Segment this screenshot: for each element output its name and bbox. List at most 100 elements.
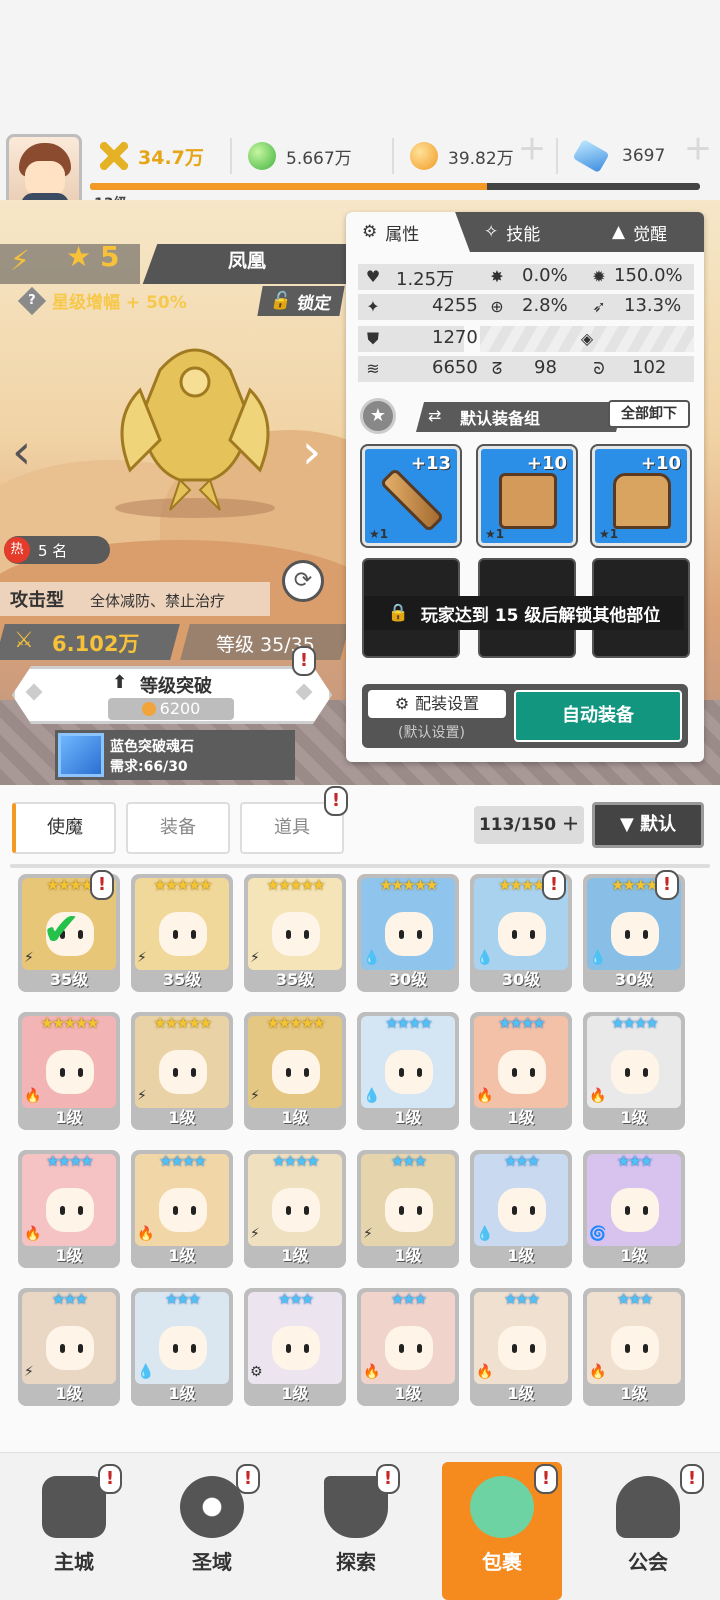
- hero-type: 攻击型: [10, 590, 64, 611]
- alert-icon: !: [292, 646, 316, 676]
- auto-equip-button[interactable]: 自动装备: [514, 690, 682, 742]
- alert-icon: !: [236, 1464, 260, 1494]
- next-hero-arrow[interactable]: ›: [302, 424, 321, 480]
- popularity-rank: 5 名: [38, 541, 68, 560]
- loadout-config-button[interactable]: ⚙ 配装设置: [368, 690, 506, 718]
- familiar-card[interactable]: ★★★★★ ⚡ 1级: [131, 1012, 233, 1130]
- rotate-view-icon[interactable]: ⟳: [282, 560, 324, 602]
- dodge-icon: ➶: [592, 297, 606, 316]
- gems-value: 5.667万: [286, 148, 352, 169]
- sword-icon: [379, 467, 445, 533]
- tab-awaken[interactable]: ▲ 觉醒: [612, 212, 667, 252]
- player-avatar[interactable]: [6, 134, 82, 210]
- familiar-card[interactable]: ★★★★ ⚡ 1级: [244, 1150, 346, 1268]
- familiar-card[interactable]: ★★★ 🌀 1级: [583, 1150, 685, 1268]
- alert-icon: !: [98, 1464, 122, 1494]
- star-rating: ★★★★: [159, 1152, 207, 1170]
- inventory-count[interactable]: 113/150 ＋: [474, 806, 584, 844]
- equip-slot-weapon[interactable]: +13 ★1: [362, 446, 460, 546]
- familiar-card[interactable]: ★★★ 🔥 1级: [357, 1288, 459, 1406]
- equip-slot-helmet[interactable]: +10 ★1: [478, 446, 576, 546]
- divider: [10, 864, 710, 868]
- alert-icon: !: [542, 870, 566, 900]
- stat-b-icon: ᘐ: [593, 359, 605, 378]
- familiar-level: 1级: [620, 1384, 648, 1403]
- popularity-badge: 热 5 名: [4, 536, 110, 564]
- familiar-card[interactable]: ★★★ ⚡ 1级: [357, 1150, 459, 1268]
- equip-slot-armor[interactable]: +10 ★1: [592, 446, 690, 546]
- skills-icon: ✧: [484, 222, 499, 242]
- help-icon[interactable]: ?: [17, 286, 47, 315]
- familiar-level: 1级: [168, 1108, 196, 1127]
- element-icon: 💧: [363, 1088, 381, 1104]
- familiar-level: 1级: [281, 1108, 309, 1127]
- star-bonus: ? 星级增幅 + 50%: [17, 286, 187, 315]
- stat-b: 102: [632, 357, 667, 378]
- star-rating: ★★★★: [385, 1014, 433, 1032]
- slime-bag-icon: [470, 1476, 534, 1538]
- hit-target-icon: ⊕: [490, 297, 504, 316]
- familiar-card[interactable]: ★★★★ 🔥 1级: [583, 1012, 685, 1130]
- familiar-card[interactable]: ★★★ 🔥 1级: [470, 1288, 572, 1406]
- element-icon: ⚡: [24, 1364, 34, 1380]
- tab-skills[interactable]: ✧ 技能: [484, 212, 540, 252]
- swords-icon: [100, 142, 128, 170]
- add-crystal-icon[interactable]: ＋: [684, 134, 716, 166]
- element-icon: ⚡: [250, 1226, 260, 1242]
- armor-icon: [613, 473, 671, 529]
- familiar-level: 1级: [168, 1246, 196, 1265]
- stat-speed: 6650: [432, 357, 478, 378]
- lock-button[interactable]: 🔓 锁定: [257, 286, 345, 316]
- star-rating: ★★★★★: [379, 876, 438, 894]
- familiar-card[interactable]: ★★★★★ 🔥 1级: [18, 1012, 120, 1130]
- familiar-card[interactable]: ★★★ ⚙ 1级: [244, 1288, 346, 1406]
- stat-crit: 0.0%: [522, 265, 568, 286]
- element-icon: 🔥: [589, 1364, 607, 1380]
- familiar-card[interactable]: ★★★★ 💧 1级: [357, 1012, 459, 1130]
- star-rating: ★★★★★: [266, 1014, 325, 1032]
- attributes-icon: ⚙: [362, 222, 378, 242]
- element-icon: 🔥: [476, 1364, 494, 1380]
- gear-icon: ⚙: [394, 694, 410, 713]
- star-rating: ★★★★: [46, 1152, 94, 1170]
- tab-equipment[interactable]: 装备: [126, 802, 230, 854]
- familiar-card[interactable]: ★★★★ 🔥 1级: [470, 1012, 572, 1130]
- familiar-card[interactable]: ★★★ 💧 1级: [131, 1288, 233, 1406]
- familiar-level: 1级: [507, 1108, 535, 1127]
- familiar-card[interactable]: ★★★★★ ⚡ 1级: [244, 1012, 346, 1130]
- stat-attack: 4255: [432, 295, 478, 316]
- element-icon: 🔥: [363, 1364, 381, 1380]
- attack-type-icon: ⚡: [10, 244, 30, 277]
- unequip-all-button[interactable]: 全部卸下: [608, 400, 690, 428]
- previous-hero-arrow[interactable]: ‹: [12, 424, 31, 480]
- helmet-icon: [499, 473, 557, 529]
- soul-stone-icon[interactable]: [58, 733, 104, 777]
- warning-icon: ◈: [580, 329, 594, 348]
- familiar-card[interactable]: ★★★ 💧 1级: [470, 1150, 572, 1268]
- vortex-icon: [180, 1476, 244, 1538]
- tab-attributes[interactable]: ⚙ 属性: [362, 212, 419, 252]
- familiar-card[interactable]: ★★★ ⚡ 1级: [18, 1288, 120, 1406]
- stone-name: 蓝色突破魂石: [110, 739, 194, 755]
- hero-skill-summary: 全体减防、禁止治疗: [90, 592, 226, 610]
- config-subtitle: (默认设置): [398, 725, 465, 741]
- familiar-card[interactable]: ★★★★ 🔥 1级: [131, 1150, 233, 1268]
- familiar-card[interactable]: ★★★★★ ⚡ 35级: [244, 874, 346, 992]
- element-icon: ⚡: [363, 1226, 373, 1242]
- familiar-card[interactable]: ★★★ 🔥 1级: [583, 1288, 685, 1406]
- breakthrough-label: 等级突破: [140, 676, 212, 697]
- familiar-card[interactable]: ★★★★★ ⚡ 35级: [131, 874, 233, 992]
- familiar-card[interactable]: ★★★★ 🔥 1级: [18, 1150, 120, 1268]
- familiar-level: 1级: [281, 1246, 309, 1265]
- element-icon: 💧: [137, 1364, 155, 1380]
- speed-icon: ≋: [366, 359, 380, 378]
- crit-burst-icon: ✸: [490, 267, 504, 286]
- element-icon: 🔥: [476, 1088, 494, 1104]
- familiar-card[interactable]: ★★★★★ 💧 30级: [357, 874, 459, 992]
- familiar-level: 1级: [168, 1384, 196, 1403]
- element-icon: ⚡: [250, 950, 260, 966]
- star-rating: ★★★: [390, 1290, 427, 1308]
- tab-familiars[interactable]: 使魔: [12, 802, 116, 854]
- sort-dropdown[interactable]: ▼ 默认: [592, 802, 704, 848]
- add-gold-icon[interactable]: ＋: [518, 134, 550, 166]
